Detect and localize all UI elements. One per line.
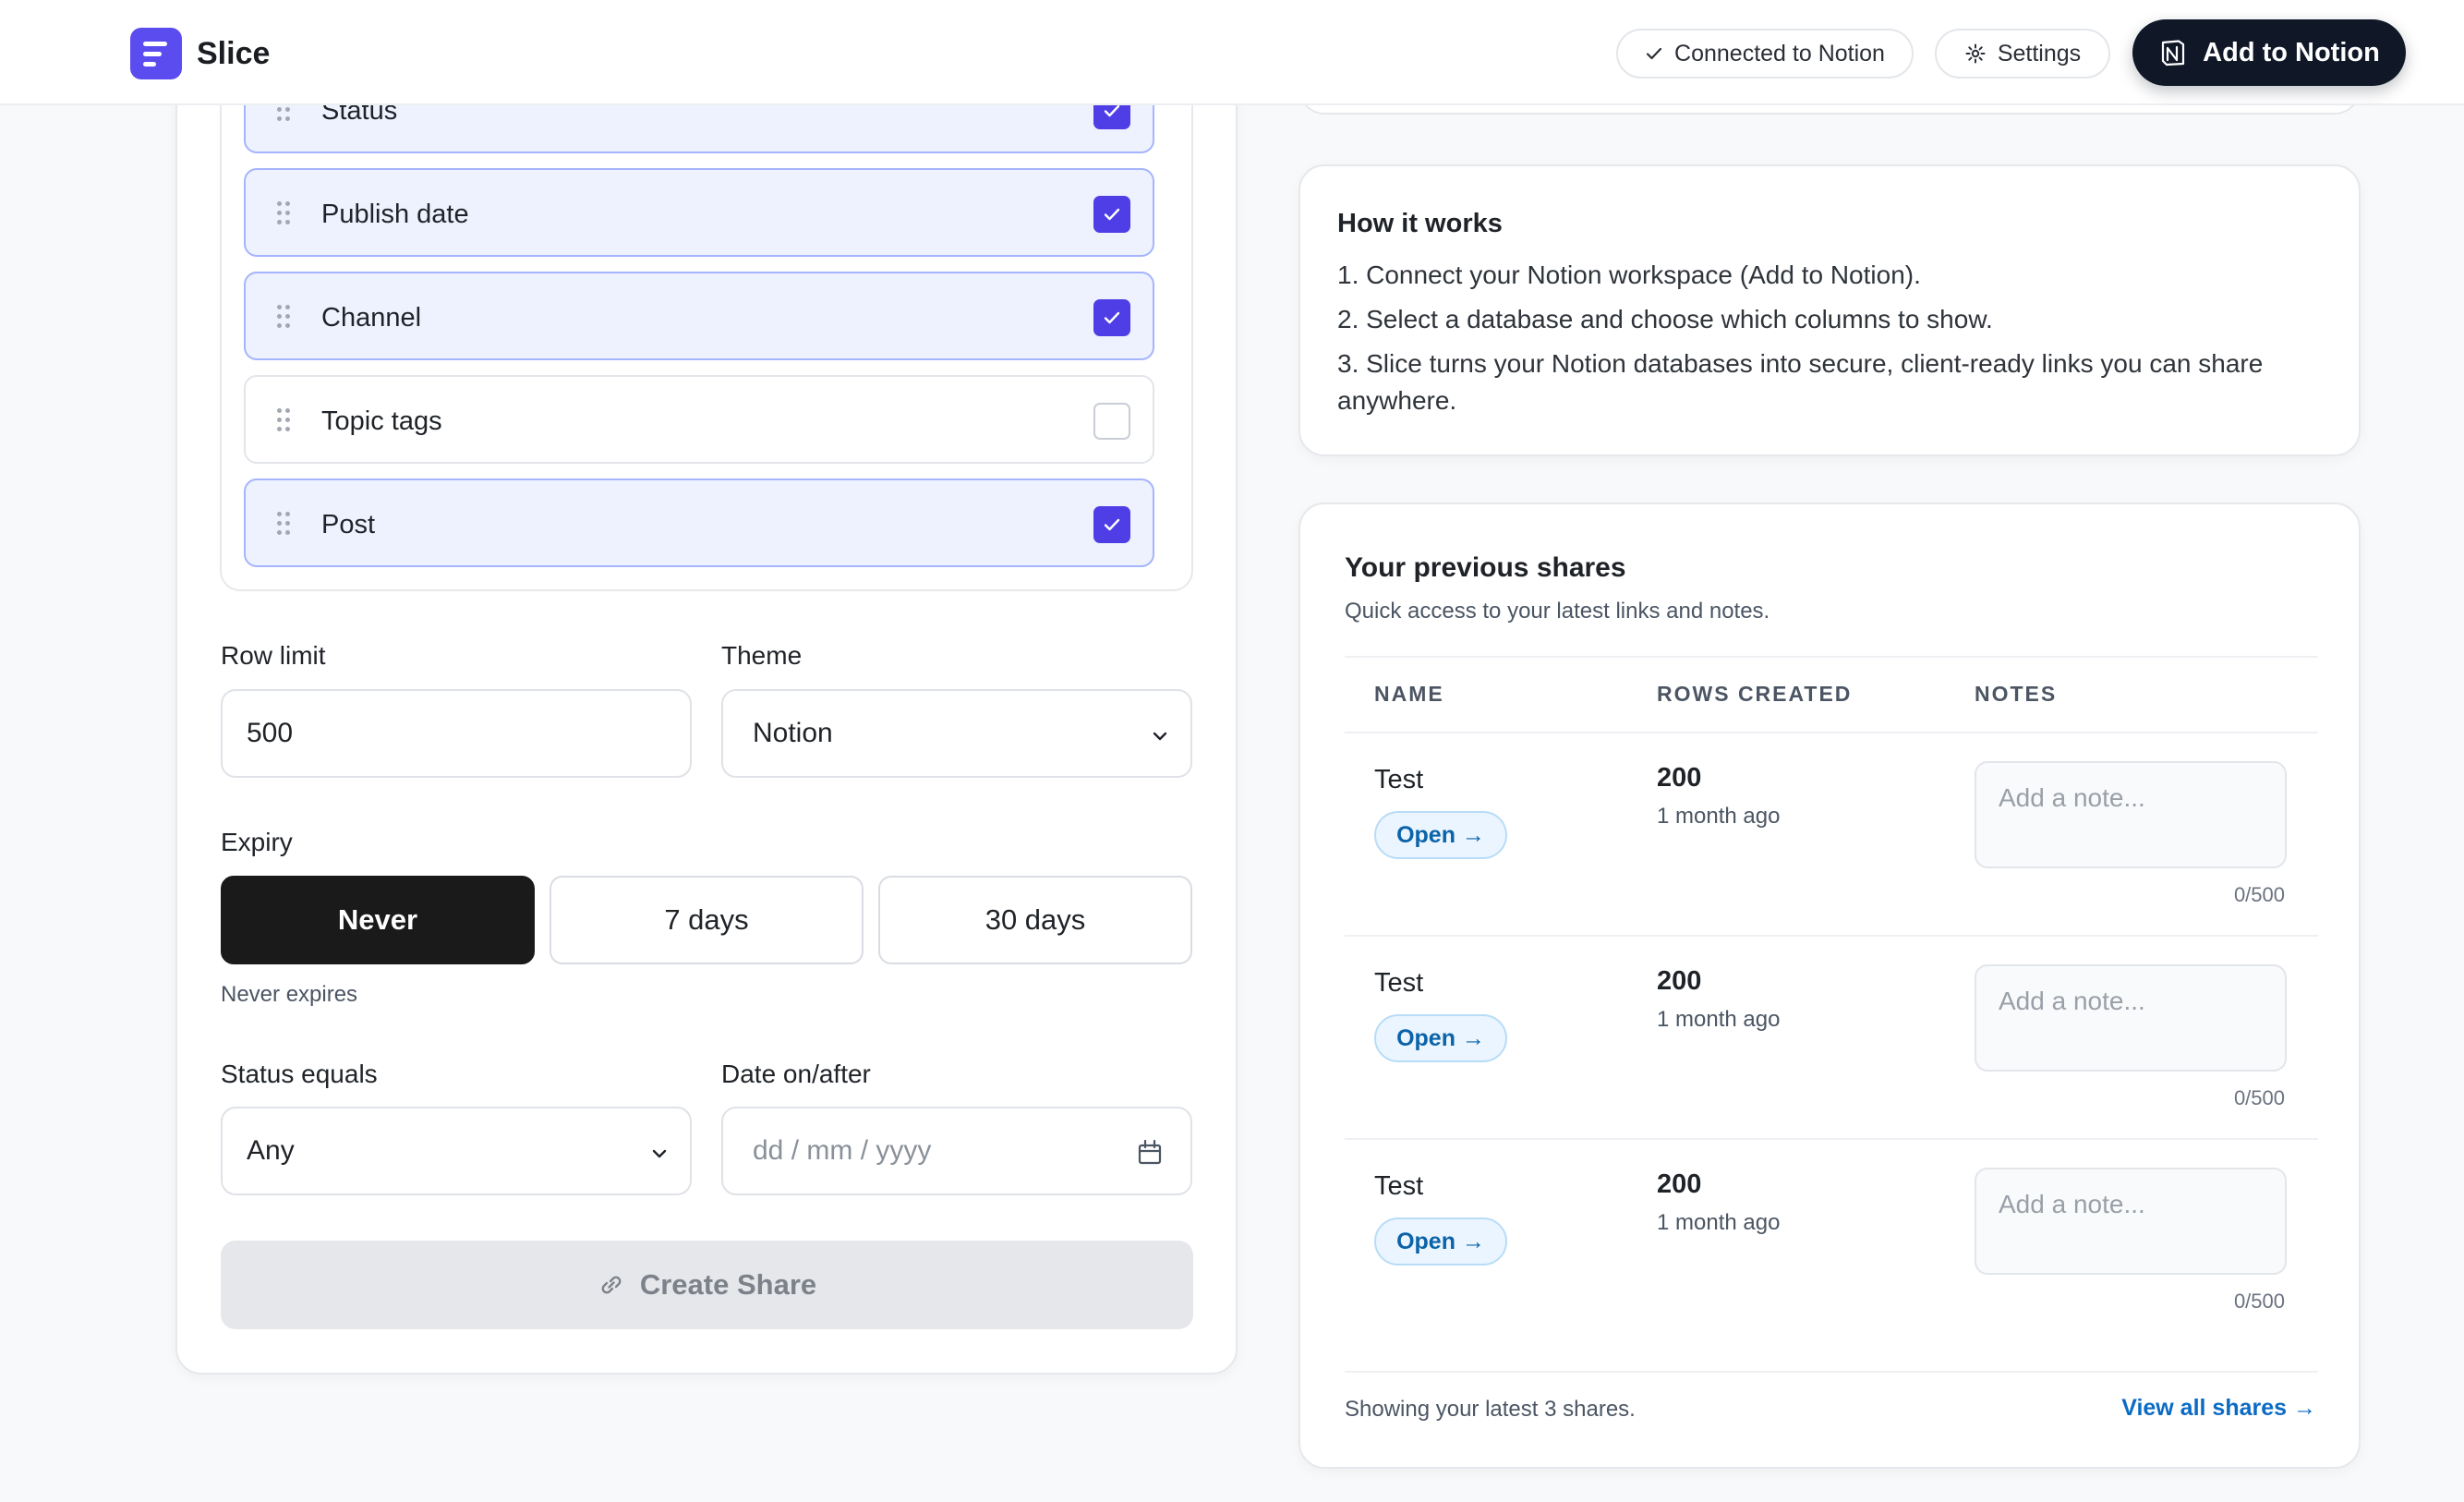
drag-handle-icon[interactable] [277,201,290,225]
status-equals-select[interactable]: Any [221,1107,692,1195]
created-time: 1 month ago [1657,1210,1781,1235]
how-it-works-card: How it works 1. Connect your Notion work… [1298,164,2361,456]
column-row-post[interactable]: Post [244,478,1154,567]
note-char-count: 0/500 [2233,1290,2285,1313]
note-placeholder: Add a note... [1999,987,2145,1015]
check-icon [1104,208,1120,221]
column-row-topic-tags[interactable]: Topic tags [244,375,1154,464]
divider [1345,1371,2318,1373]
column-header-name: NAME [1374,682,1444,706]
column-checkbox[interactable] [1093,196,1130,233]
open-share-button[interactable]: Open → [1374,811,1507,859]
status-equals-value: Any [247,1135,295,1166]
slice-logo-icon [130,28,182,79]
connected-to-notion-badge[interactable]: Connected to Notion [1616,29,1914,79]
theme-value: Notion [753,718,833,748]
theme-label: Theme [721,641,803,670]
column-checkbox[interactable] [1093,403,1130,440]
view-all-shares-link[interactable]: View all shares → [2121,1395,2316,1422]
chevron-down-icon [649,1140,670,1171]
gear-icon [1964,42,1987,65]
how-step: 3. Slice turns your Notion databases int… [1337,349,2264,415]
brand[interactable]: Slice [130,28,270,79]
expiry-option-30-days[interactable]: 30 days [878,876,1192,964]
column-row-publish-date[interactable]: Publish date [244,168,1154,257]
drag-handle-icon[interactable] [277,408,290,432]
expiry-label: Expiry [221,828,293,856]
add-to-notion-label: Add to Notion [2203,37,2380,67]
share-name: Test [1374,1171,1424,1201]
brand-name: Slice [197,35,271,71]
column-label: Topic tags [321,406,442,436]
previous-shares-subtitle: Quick access to your latest links and no… [1345,599,1770,624]
settings-label: Settings [1997,40,2082,67]
column-row-channel[interactable]: Channel [244,272,1154,360]
column-label: Post [321,510,376,539]
share-name: Test [1374,765,1424,794]
notion-icon [2158,38,2188,67]
row-limit-input[interactable]: 500 [221,689,692,778]
column-label: Publish date [321,200,469,229]
calendar-icon[interactable] [1137,1138,1163,1173]
rows-created-count: 200 [1657,966,1702,996]
note-input[interactable]: Add a note... [1975,964,2287,1072]
column-checkbox[interactable] [1093,506,1130,543]
row-limit-value: 500 [247,718,294,748]
note-placeholder: Add a note... [1999,1190,2145,1218]
create-share-button[interactable]: Create Share [221,1241,1193,1329]
drag-handle-icon[interactable] [277,305,290,329]
column-header-notes: NOTES [1975,682,2058,706]
create-share-label: Create Share [639,1268,817,1301]
divider [1345,1138,2318,1140]
previous-shares-title: Your previous shares [1345,552,1626,583]
add-to-notion-button[interactable]: Add to Notion [2132,19,2406,86]
check-icon [1104,518,1120,531]
expiry-option-never[interactable]: Never [221,876,535,964]
top-bar: Slice Connected to Notion Settings Add t… [0,0,2464,105]
divider [1345,935,2318,937]
how-step: 1. Connect your Notion workspace (Add to… [1337,260,1921,289]
note-char-count: 0/500 [2233,883,2285,906]
date-placeholder: dd / mm / yyyy [753,1135,932,1166]
divider [1345,732,2318,733]
note-placeholder: Add a note... [1999,783,2145,812]
row-limit-label: Row limit [221,641,326,670]
date-on-after-input[interactable]: dd / mm / yyyy [721,1107,1192,1195]
chevron-down-icon [1150,722,1170,754]
column-checkbox[interactable] [1093,299,1130,336]
how-step: 2. Select a database and choose which co… [1337,305,1993,333]
shares-footer-text: Showing your latest 3 shares. [1345,1397,1636,1422]
column-label: Channel [321,303,422,333]
note-input[interactable]: Add a note... [1975,1168,2287,1275]
connected-label: Connected to Notion [1674,40,1885,67]
share-name: Test [1374,968,1424,998]
created-time: 1 month ago [1657,804,1781,829]
expiry-hint: Never expires [221,982,358,1007]
divider [1345,656,2318,658]
column-header-rows-created: ROWS CREATED [1657,682,1853,706]
check-icon [1645,44,1663,63]
settings-button[interactable]: Settings [1935,29,2110,79]
how-it-works-title: How it works [1337,209,1503,238]
open-share-button[interactable]: Open → [1374,1217,1507,1266]
previous-shares-card: Your previous shares Quick access to you… [1298,503,2361,1469]
rows-created-count: 200 [1657,763,1702,793]
theme-select[interactable]: Notion [721,689,1192,778]
open-share-button[interactable]: Open → [1374,1014,1507,1062]
check-icon [1104,311,1120,324]
expiry-option-7-days[interactable]: 7 days [550,876,864,964]
date-on-after-label: Date on/after [721,1060,871,1088]
rows-created-count: 200 [1657,1169,1702,1199]
drag-handle-icon[interactable] [277,512,290,536]
note-char-count: 0/500 [2233,1086,2285,1109]
link-icon [598,1271,625,1299]
note-input[interactable]: Add a note... [1975,761,2287,868]
created-time: 1 month ago [1657,1007,1781,1032]
status-equals-label: Status equals [221,1060,378,1088]
